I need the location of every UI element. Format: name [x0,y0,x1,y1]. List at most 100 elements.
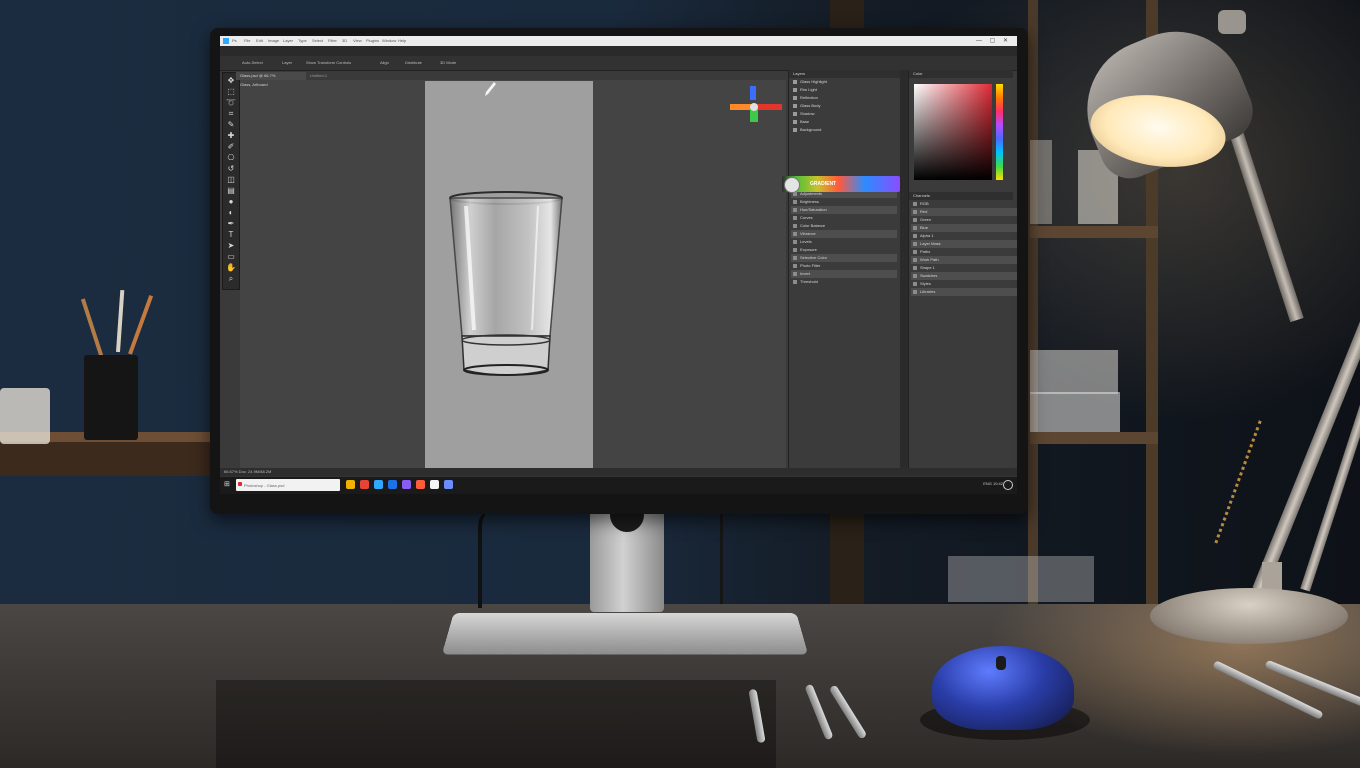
color-picker-field[interactable] [914,84,992,180]
menu-item-filter[interactable]: Filter [328,38,337,43]
music-icon[interactable] [416,480,425,489]
channel-row[interactable]: Styles [911,280,1017,288]
hand-icon[interactable]: ✋ [226,263,236,273]
properties-row[interactable]: Threshold [791,278,897,286]
properties-row[interactable]: Levels [791,238,897,246]
option-3d-mode[interactable]: 3D Mode [440,60,456,65]
gradient-icon[interactable]: ▤ [226,186,236,196]
properties-row[interactable]: Brightness [791,198,897,206]
channel-row[interactable]: Shape 1 [911,264,1017,272]
brush-icon[interactable]: ✐ [226,142,236,152]
option-transform-controls[interactable]: Show Transform Controls [306,60,351,65]
channel-row[interactable]: Libraries [911,288,1017,296]
settings-icon[interactable] [444,480,453,489]
properties-row-label: Hue/Saturation [800,207,827,212]
layer-row[interactable]: Background [791,126,897,134]
menu-item-plugins[interactable]: Plugins [366,38,379,43]
chrome-icon[interactable] [360,480,369,489]
artboard-label: Glass, Artboard [240,82,268,87]
layer-row[interactable]: Base [791,118,897,126]
layer-row[interactable]: Glass Highlight [791,78,897,86]
channel-row-label: Alpha 1 [920,233,934,238]
menu-item-window[interactable]: Window [382,38,396,43]
menu-item-type[interactable]: Type [298,38,307,43]
option-align[interactable]: Align [380,60,389,65]
zoom-icon[interactable]: ⌕ [226,274,236,284]
marquee-icon[interactable]: ⬚ [226,87,236,97]
properties-row[interactable]: Exposure [791,246,897,254]
properties-row[interactable]: Hue/Saturation [791,206,897,214]
option-layer[interactable]: Layer [282,60,292,65]
layer-thumb-icon [793,215,797,220]
system-tray[interactable]: ENG 10:42 [983,481,1003,486]
channel-row[interactable]: Work Path [911,256,1017,264]
menu-item-file[interactable]: File [244,38,250,43]
mail-icon[interactable] [388,480,397,489]
start-menu-icon[interactable]: ⊞ [224,481,232,489]
channel-row[interactable]: RGB [911,200,1017,208]
eraser-icon[interactable]: ◫ [226,175,236,185]
channel-row[interactable]: Swatches [911,272,1017,280]
option-auto-select[interactable]: Auto-Select [242,60,263,65]
channel-row[interactable]: Paths [911,248,1017,256]
properties-row[interactable]: Vibrance [791,230,897,238]
type-icon[interactable]: T [226,230,236,240]
menu-item-view[interactable]: View [353,38,362,43]
notification-icon[interactable] [1003,480,1013,490]
3d-axis-gizmo-icon[interactable] [728,84,788,124]
layers-panel-header[interactable]: Layers [789,70,901,78]
menu-bar [220,46,1017,56]
menu-item-edit[interactable]: Edit [256,38,263,43]
history-brush-icon[interactable]: ↺ [226,164,236,174]
menu-item-layer[interactable]: Layer [283,38,293,43]
stamp-icon[interactable]: ⎔ [226,153,236,163]
menu-item-help[interactable]: Help [398,38,406,43]
lasso-icon[interactable]: ➰ [226,98,236,108]
layer-thumb-icon [913,209,917,214]
document-tab-secondary[interactable]: Untitled-1 [310,73,327,78]
crop-icon[interactable]: ⌗ [226,109,236,119]
channel-row[interactable]: Blue [911,224,1017,232]
layer-row[interactable]: Reflection [791,94,897,102]
path-select-icon[interactable]: ➤ [226,241,236,251]
eyedropper-icon[interactable]: ✎ [226,120,236,130]
pen-icon[interactable]: ✒ [226,219,236,229]
color-panel-header[interactable]: Color [909,70,1013,78]
layer-row-label: Reflection [800,95,818,100]
channels-panel-header[interactable]: Channels [909,192,1013,200]
blur-icon[interactable]: ● [226,197,236,207]
store-icon[interactable] [402,480,411,489]
window-controls[interactable]: — ▢ ✕ [976,37,1011,44]
option-distribute[interactable]: Distribute [405,60,422,65]
dodge-icon[interactable]: ◐ [226,208,236,218]
shape-icon[interactable]: ▭ [226,252,236,262]
layer-thumb-icon [793,207,797,212]
layer-row[interactable]: Rim Light [791,86,897,94]
move-icon[interactable]: ✥ [226,76,236,86]
heal-icon[interactable]: ✚ [226,131,236,141]
menu-item-ps[interactable]: Ps [232,38,237,43]
channel-row-label: Paths [920,249,931,254]
layer-row[interactable]: Shadow [791,110,897,118]
options-bar: Auto-Select Layer Show Transform Control… [220,56,1017,71]
channel-row[interactable]: Green [911,216,1017,224]
notes-icon[interactable] [430,480,439,489]
channel-row[interactable]: Red [911,208,1017,216]
gradient-knob-icon[interactable] [784,177,800,193]
monitor-cable [680,508,723,604]
file-explorer-icon[interactable] [346,480,355,489]
photoshop-icon[interactable] [374,480,383,489]
properties-row[interactable]: Photo Filter [791,262,897,270]
properties-row[interactable]: Curves [791,214,897,222]
properties-row[interactable]: Invert [791,270,897,278]
channels-list: RGB Red Green Blue Alpha 1 Layer Mask Paths Wor… [909,200,1017,296]
properties-row[interactable]: Color Balance [791,222,897,230]
hue-slider[interactable] [996,84,1003,180]
menu-item-select[interactable]: Select [312,38,323,43]
channel-row[interactable]: Layer Mask [911,240,1017,248]
properties-row[interactable]: Selective Color [791,254,897,262]
layer-row[interactable]: Glass Body [791,102,897,110]
channel-row[interactable]: Alpha 1 [911,232,1017,240]
menu-item-3d[interactable]: 3D [342,38,347,43]
menu-item-image[interactable]: Image [268,38,279,43]
